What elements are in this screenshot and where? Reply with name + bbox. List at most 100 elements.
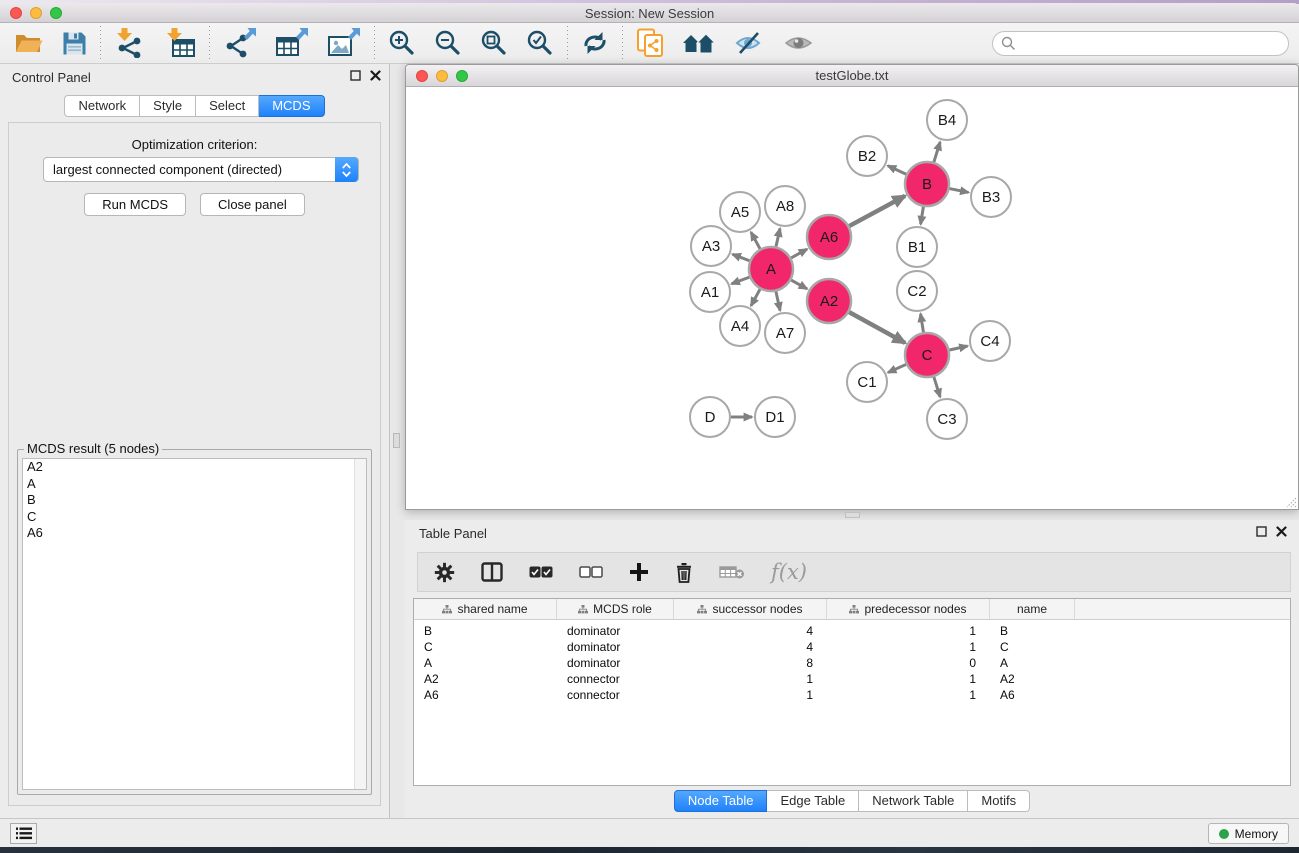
run-mcds-button[interactable]: Run MCDS <box>84 193 186 216</box>
tab-edge-table[interactable]: Edge Table <box>767 790 859 812</box>
graph-edge-A-A2[interactable] <box>791 280 807 289</box>
select-all-columns-icon[interactable] <box>529 566 553 578</box>
tab-network-table[interactable]: Network Table <box>859 790 968 812</box>
column-header[interactable]: predecessor nodes <box>827 599 990 619</box>
export-network-icon[interactable] <box>223 28 257 58</box>
network-canvas[interactable]: B4B2BB3B1A5A8A6A3AA1A2A4A7C2CC4C1C3DD1 <box>406 87 1298 509</box>
float-panel-icon[interactable] <box>1256 526 1267 537</box>
control-panel-header: Control Panel <box>0 64 389 90</box>
close-panel-button[interactable]: Close panel <box>200 193 305 216</box>
search-input[interactable] <box>992 31 1289 56</box>
graph-edge-A-A8[interactable] <box>776 228 780 246</box>
column-header-filler <box>1075 599 1290 619</box>
network-graph: B4B2BB3B1A5A8A6A3AA1A2A4A7C2CC4C1C3DD1 <box>406 87 1298 510</box>
save-session-icon[interactable] <box>62 31 87 56</box>
app-titlebar: Session: New Session <box>0 3 1299 23</box>
network-window-title: testGlobe.txt <box>406 68 1298 83</box>
zoom-in-icon[interactable] <box>388 29 416 57</box>
graph-edge-C-C2[interactable] <box>921 314 924 333</box>
table-row[interactable]: Cdominator41C <box>414 639 1290 655</box>
graph-edge-B-B2[interactable] <box>888 166 906 175</box>
zoom-fit-icon[interactable] <box>480 29 508 57</box>
graph-edge-C-C4[interactable] <box>949 346 967 350</box>
graph-edge-A-A3[interactable] <box>732 254 749 261</box>
add-column-icon[interactable] <box>629 562 649 582</box>
result-item[interactable]: B <box>23 492 366 509</box>
memory-button[interactable]: Memory <box>1208 823 1289 844</box>
export-image-icon[interactable] <box>327 28 361 58</box>
show-panels-icon[interactable] <box>784 32 814 54</box>
column-header[interactable]: shared name <box>414 599 557 619</box>
graph-edge-A-A6[interactable] <box>791 249 807 258</box>
tab-select[interactable]: Select <box>196 95 259 117</box>
optimization-value: largest connected component (directed) <box>53 162 282 177</box>
table-cell: A6 <box>414 687 557 703</box>
column-header[interactable]: name <box>990 599 1075 619</box>
function-builder-icon[interactable]: f(x) <box>771 560 807 584</box>
result-item[interactable]: A6 <box>23 525 366 542</box>
refresh-layout-icon[interactable] <box>581 30 609 56</box>
tab-mcds[interactable]: MCDS <box>259 95 324 117</box>
graph-node-label: A1 <box>701 284 719 301</box>
table-row[interactable]: Adominator80A <box>414 655 1290 671</box>
graph-node-label: C2 <box>907 283 926 300</box>
table-cell: connector <box>557 671 674 687</box>
graph-node-label: D <box>705 409 716 426</box>
graph-node-label: C <box>922 347 933 364</box>
graph-edge-A2-C[interactable] <box>849 312 905 343</box>
table-row[interactable]: A2connector11A2 <box>414 671 1290 687</box>
zoom-selected-icon[interactable] <box>526 29 554 57</box>
optimization-select[interactable]: largest connected component (directed) <box>43 157 359 182</box>
resize-grip-icon[interactable] <box>1284 495 1297 508</box>
graph-edge-B-B3[interactable] <box>950 189 969 193</box>
column-layout-icon[interactable] <box>481 562 503 582</box>
task-history-button[interactable] <box>10 823 37 844</box>
tab-motifs[interactable]: Motifs <box>968 790 1030 812</box>
column-header[interactable]: successor nodes <box>674 599 827 619</box>
table-cell: dominator <box>557 623 674 639</box>
graph-node-label: D1 <box>765 409 784 426</box>
import-table-icon[interactable] <box>164 28 196 58</box>
close-panel-icon[interactable] <box>1276 526 1287 537</box>
graph-edge-A-A4[interactable] <box>751 289 760 306</box>
memory-status-icon <box>1219 829 1229 839</box>
table-row[interactable]: A6connector11A6 <box>414 687 1290 703</box>
table-row[interactable]: Bdominator41B <box>414 623 1290 639</box>
delete-column-icon[interactable] <box>675 562 693 583</box>
table-cell: B <box>414 623 557 639</box>
graph-edge-A-A5[interactable] <box>751 232 760 249</box>
float-panel-icon[interactable] <box>350 70 361 81</box>
column-header[interactable]: MCDS role <box>557 599 674 619</box>
result-item[interactable]: A2 <box>23 459 366 476</box>
result-item[interactable]: C <box>23 509 366 526</box>
scrollbar[interactable] <box>354 459 366 789</box>
status-bar: Memory <box>0 818 1299 847</box>
import-network-icon[interactable] <box>114 28 146 58</box>
export-table-icon[interactable] <box>275 28 309 58</box>
tab-style[interactable]: Style <box>140 95 196 117</box>
tab-network[interactable]: Network <box>64 95 140 117</box>
network-file-icon[interactable] <box>636 28 664 58</box>
graph-edge-B-B4[interactable] <box>934 142 940 162</box>
graph-edge-A-A7[interactable] <box>776 291 780 310</box>
table-body: Bdominator41BCdominator41CAdominator80AA… <box>414 620 1290 703</box>
settings-gear-icon[interactable] <box>434 562 455 583</box>
hide-panels-icon[interactable] <box>734 31 766 55</box>
vertical-splitter-handle[interactable] <box>393 433 400 448</box>
unselect-all-columns-icon[interactable] <box>579 566 603 578</box>
graph-node-label: B3 <box>982 189 1000 206</box>
tab-node-table[interactable]: Node Table <box>674 790 768 812</box>
graph-edge-C-C1[interactable] <box>888 364 906 372</box>
network-window-titlebar[interactable]: testGlobe.txt <box>406 65 1298 87</box>
graph-edge-C-C3[interactable] <box>934 377 940 397</box>
zoom-out-icon[interactable] <box>434 29 462 57</box>
close-panel-icon[interactable] <box>370 70 381 81</box>
open-session-icon[interactable] <box>14 30 44 56</box>
delete-table-icon[interactable] <box>719 564 745 580</box>
show-all-networks-icon[interactable] <box>682 30 716 56</box>
horizontal-splitter-handle[interactable] <box>845 512 860 518</box>
graph-edge-A-A1[interactable] <box>732 277 750 284</box>
graph-edge-A6-B[interactable] <box>849 196 905 226</box>
result-item[interactable]: A <box>23 476 366 493</box>
graph-edge-B-B1[interactable] <box>921 207 924 225</box>
